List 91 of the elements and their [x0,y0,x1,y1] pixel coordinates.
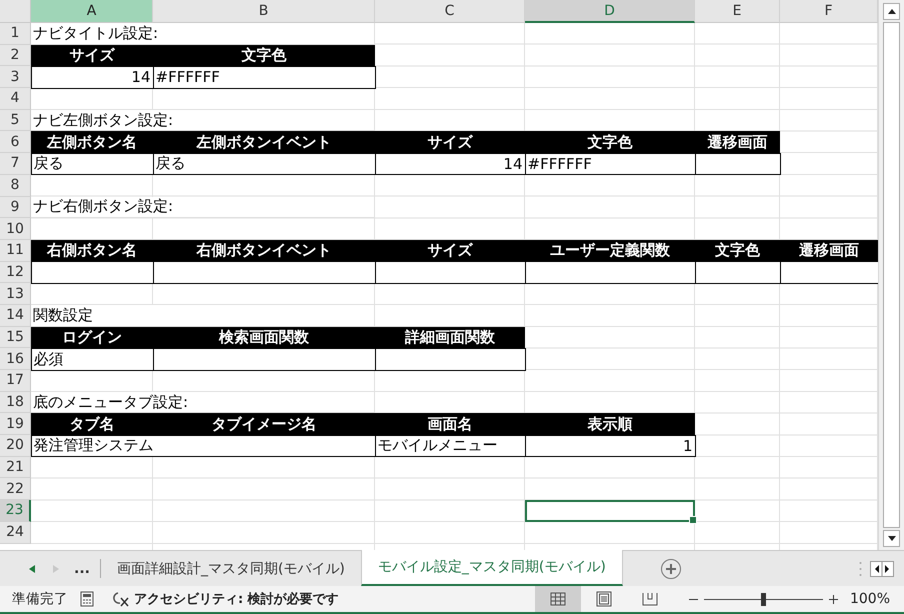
table-cell: 必須 [30,348,154,370]
zoom-level[interactable]: 100% [838,591,904,607]
accessibility-icon[interactable] [112,591,130,607]
table-header-cell: 文字色 [695,240,780,262]
column-header[interactable]: A [31,0,153,23]
plus-icon [666,564,676,574]
section-title: 底のメニュータブ設定: [31,392,375,414]
calculator-icon[interactable] [80,591,94,607]
table-header-cell: ログイン [31,326,153,348]
table-header-cell: ユーザー定義関数 [525,240,695,262]
section-title: ナビ左側ボタン設定: [31,110,375,132]
view-button[interactable] [534,586,581,612]
selected-cell[interactable] [525,500,695,522]
table-cell: #FFFFFF [524,152,696,176]
row-header[interactable]: 14 [0,304,31,327]
table-header-cell: 文字色 [525,131,695,154]
row-header[interactable]: 4 [0,88,31,110]
previous-sheet-icon[interactable] [29,564,35,572]
row-header[interactable]: 11 [0,240,31,262]
row-header[interactable]: 24 [0,522,31,544]
more-sheets-button[interactable]: ... [68,559,101,578]
row-header[interactable]: 3 [0,66,31,88]
table-header-cell: 画面名 [375,413,525,436]
table-header-cell: サイズ [375,131,525,154]
table-header-cell: 文字色 [153,44,375,66]
page-break-icon [642,592,658,606]
row-header[interactable]: 18 [0,392,31,414]
vertical-scrollbar[interactable] [878,0,904,550]
tab-scroll-buttons[interactable] [870,560,894,576]
row-header[interactable]: 5 [0,110,31,132]
column-header[interactable]: C [375,0,525,23]
table-header-cell: 詳細画面関数 [375,326,525,348]
column-header[interactable]: B [153,0,375,23]
row-header[interactable]: 1 [0,23,31,45]
row-header[interactable]: 15 [0,326,31,348]
scroll-up-button[interactable] [883,3,900,20]
row-header[interactable]: 10 [0,218,31,240]
table-header-cell: 左側ボタン名 [31,131,153,154]
table-header-cell: タブ名 [31,413,153,436]
table-cell: 戻る [152,152,376,176]
row-header[interactable]: 20 [0,435,31,457]
page-layout-icon [596,591,612,607]
table-header-cell: タブイメージ名 [153,413,375,436]
row-header[interactable]: 7 [0,153,31,175]
row-header[interactable]: 19 [0,413,31,436]
down-arrow-icon [888,536,896,541]
status-text: 準備完了 [11,590,69,608]
splitter-dots-icon[interactable] [859,560,862,576]
table-header-cell: サイズ [375,240,525,262]
table-cell: モバイルメニュー [374,434,526,458]
fill-handle[interactable] [689,516,697,524]
scroll-thumb[interactable] [883,22,900,528]
up-arrow-icon [888,9,896,14]
sheet-tab[interactable]: モバイル設定_マスタ同期(モバイル) [360,550,623,586]
zoom-slider-thumb[interactable] [761,592,766,606]
row-header[interactable]: 17 [0,370,31,392]
row-header[interactable]: 23 [0,500,31,522]
add-sheet-button[interactable] [660,558,681,578]
table-header-cell: サイズ [31,44,153,66]
normal-view-icon [550,592,566,606]
table-header-cell: 左側ボタンイベント [153,131,375,154]
table-cell: #FFFFFF [152,66,376,89]
table-header-cell: 検索画面関数 [153,326,375,348]
column-header[interactable]: D [525,0,695,23]
table-header-cell: 右側ボタンイベント [153,240,375,262]
table-cell: 1 [524,434,696,458]
zoom-in-icon[interactable] [828,594,838,604]
row-header[interactable]: 12 [0,262,31,284]
column-header[interactable]: E [695,0,780,23]
table-header-cell: 右側ボタン名 [31,240,153,262]
row-header[interactable]: 8 [0,174,31,196]
table-header-cell: 遷移画面 [780,240,878,262]
row-header[interactable]: 22 [0,478,31,500]
section-title: ナビタイトル設定: [31,23,375,45]
table-cell: 発注管理システム [30,434,376,458]
sheet-tab[interactable]: 画面詳細設計_マスタ同期(モバイル) [100,551,361,586]
row-header[interactable]: 16 [0,348,31,370]
table-header-cell: 遷移画面 [695,131,780,154]
row-header[interactable]: 6 [0,131,31,154]
accessibility-status[interactable]: アクセシビリティ: 検討が必要です [134,590,339,608]
table-header-cell: 表示順 [525,413,695,436]
table-cell: 戻る [30,152,154,176]
row-header[interactable]: 2 [0,44,31,66]
column-header[interactable]: F [780,0,878,23]
row-header[interactable]: 21 [0,456,31,478]
row-header[interactable]: 9 [0,196,31,218]
table-cell: 14 [30,66,154,89]
table-cell: 14 [374,152,526,176]
row-header[interactable]: 13 [0,283,31,305]
scroll-down-button[interactable] [883,530,900,547]
section-title: ナビ右側ボタン設定: [31,196,375,218]
